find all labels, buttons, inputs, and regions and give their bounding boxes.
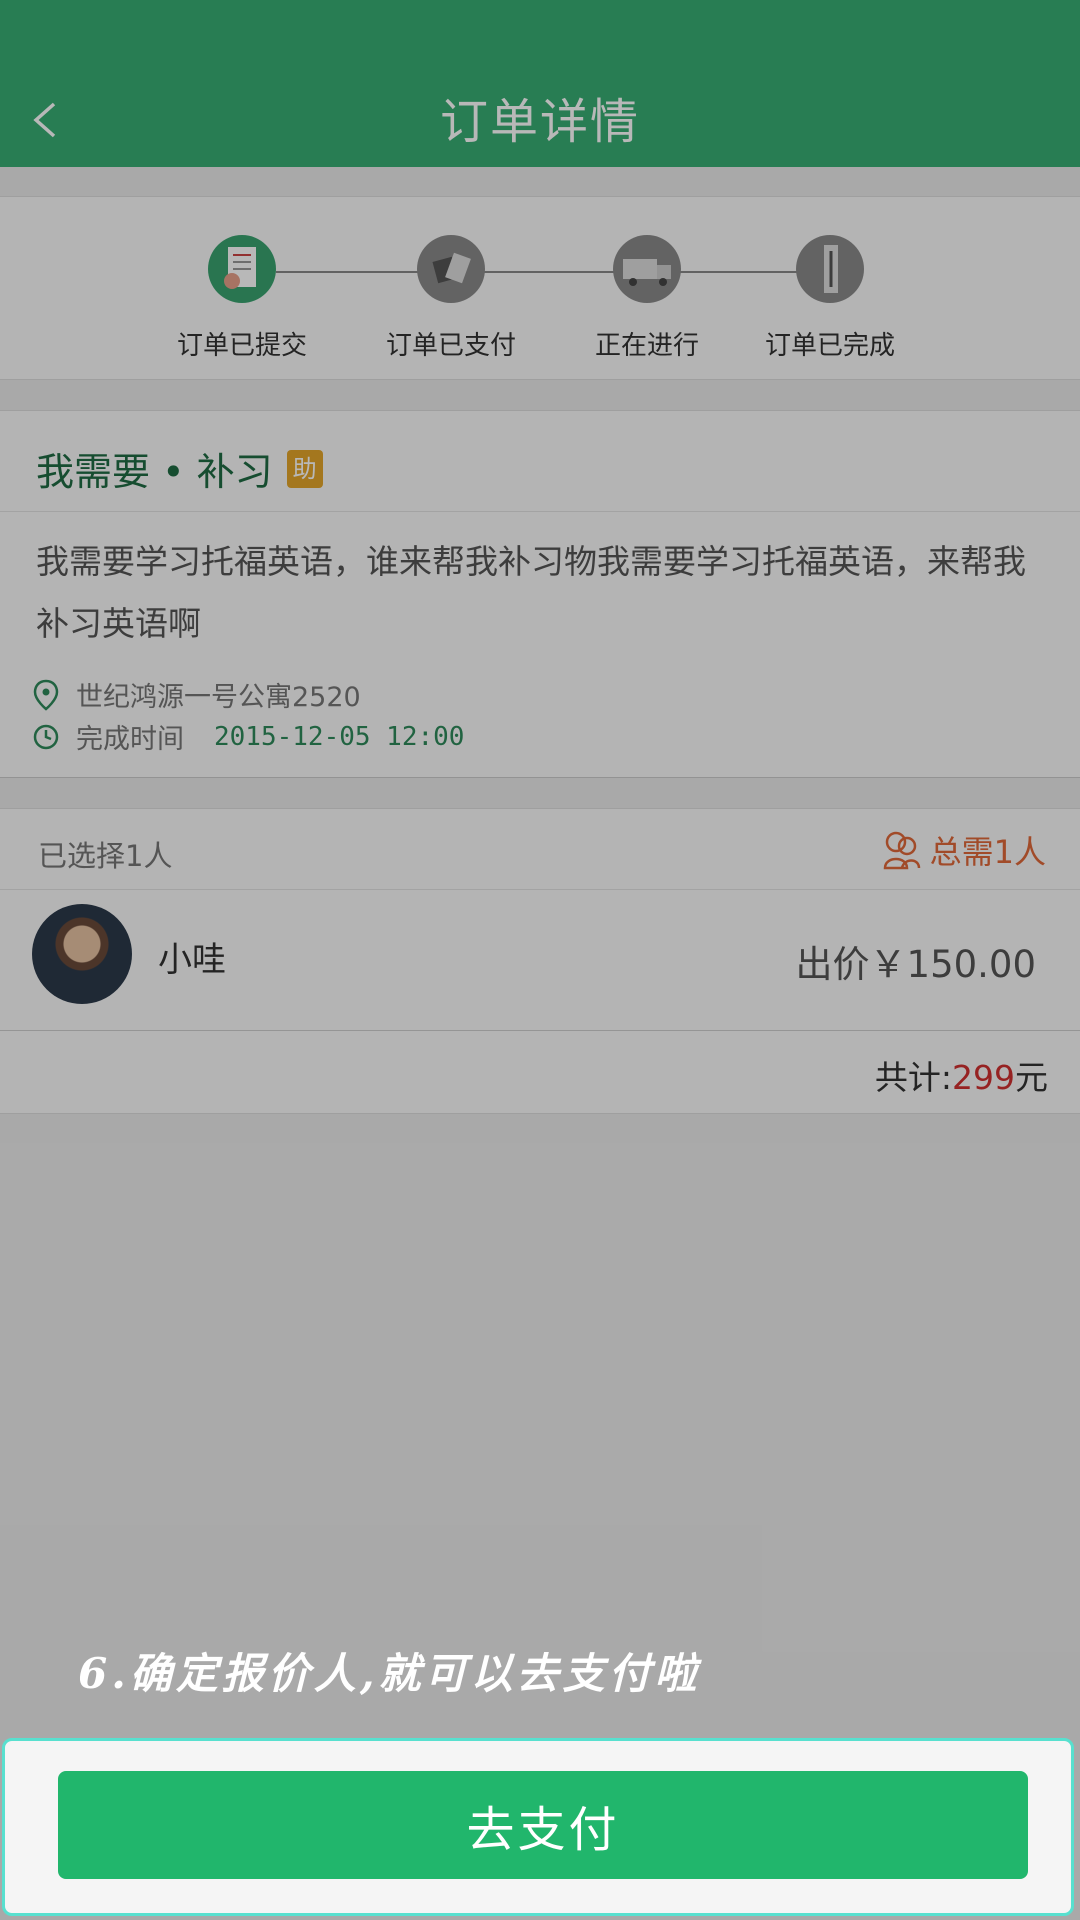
location-pin-icon: [33, 679, 59, 711]
bidder-row[interactable]: 小哇 出价￥150.00: [0, 890, 1080, 1031]
selected-bidders-section: 已选择1人 总需1人 小哇 出价￥150.00 共计:299元: [0, 808, 1080, 1114]
bidder-name: 小哇: [158, 940, 226, 980]
avatar: [32, 904, 132, 1004]
order-title-row: 我需要 • 补习 助: [36, 441, 323, 496]
total-needed-text: 总需1人: [929, 833, 1046, 871]
step-in-progress: 正在进行: [547, 235, 747, 362]
order-submitted-icon: [208, 235, 276, 303]
clock-icon: [33, 724, 59, 749]
divider: [0, 511, 1080, 512]
order-progress: 订单已提交 订单已支付 正在进行 订单已完成: [0, 196, 1080, 380]
selection-header: 已选择1人 总需1人: [0, 809, 1080, 890]
highlighted-bottom-panel: 去支付: [2, 1738, 1074, 1916]
top-app-bar: 订单详情: [0, 0, 1080, 167]
order-title: 我需要 • 补习: [36, 450, 273, 494]
step-order-submitted: 订单已提交: [142, 235, 342, 362]
time-row: 完成时间 2015-12-05 12:00: [32, 717, 464, 756]
step-label: 订单已支付: [385, 331, 516, 361]
order-complete-icon: [796, 235, 864, 303]
order-info-card: 我需要 • 补习 助 我需要学习托福英语，谁来帮我补习物我需要学习托福英语，来帮…: [0, 410, 1080, 778]
people-icon: [883, 831, 920, 870]
step-label: 订单已完成: [764, 331, 895, 361]
step-label: 正在进行: [594, 331, 699, 361]
page-title: 订单详情: [439, 94, 640, 150]
step-label: 订单已提交: [176, 331, 307, 361]
bid-price: 出价￥150.00: [795, 943, 1036, 986]
time-value: 2015-12-05 12:00: [214, 721, 465, 752]
order-description: 我需要学习托福英语，谁来帮我补习物我需要学习托福英语，来帮我补习英语啊: [36, 542, 1026, 643]
help-tag-badge: 助: [286, 449, 323, 488]
tutorial-hint: 6.确定报价人,就可以去支付啦: [78, 1649, 701, 1698]
address-row: 世纪鸿源一号公寓2520: [32, 675, 361, 714]
sum-label: 共计:: [874, 1058, 952, 1097]
time-label: 完成时间: [76, 724, 184, 755]
total-needed: 总需1人: [882, 827, 1046, 873]
step-order-paid: 订单已支付: [351, 235, 551, 362]
address-text: 世纪鸿源一号公寓2520: [76, 682, 361, 713]
sum-unit: 元: [1015, 1058, 1048, 1097]
sum-value: 299: [952, 1058, 1015, 1097]
truck-icon: [613, 235, 681, 303]
pay-button[interactable]: 去支付: [58, 1771, 1028, 1879]
total-sum: 共计:299元: [875, 1051, 1048, 1099]
order-paid-icon: [417, 235, 485, 303]
selected-count: 已选择1人: [38, 839, 173, 873]
step-order-complete: 订单已完成: [730, 235, 930, 362]
